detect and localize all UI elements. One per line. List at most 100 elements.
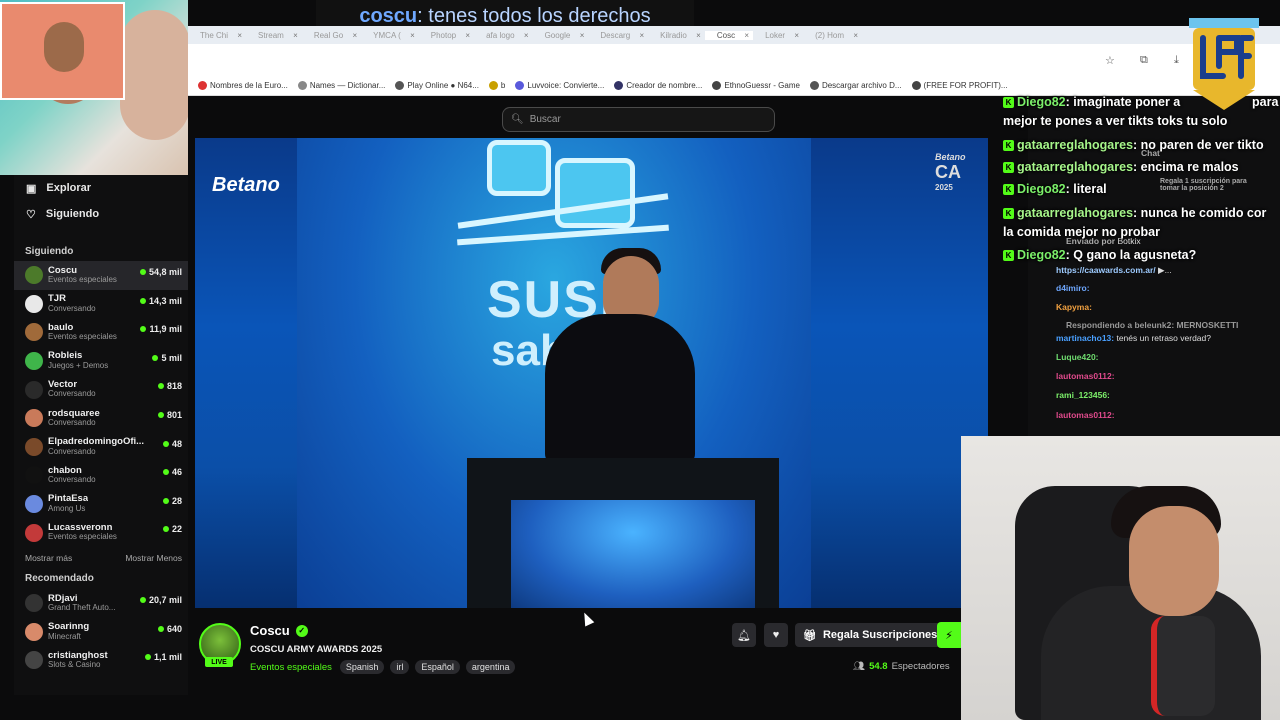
nav-explore[interactable]: ▣ Explorar xyxy=(14,175,188,201)
notification-bell-button[interactable]: 🔔︎ xyxy=(732,623,756,647)
compass-icon: ▣ xyxy=(26,182,37,195)
channel-item[interactable]: Vector Conversando 818 xyxy=(14,375,188,404)
channel-viewers: 818 xyxy=(158,381,182,391)
video-player[interactable]: SUSH sab Betano Betano CA 2025 xyxy=(195,138,988,608)
channel-name: Vector xyxy=(48,380,78,391)
chat-username[interactable]: https://caawards.com.ar/ xyxy=(1056,265,1156,275)
tag-spanish[interactable]: Spanish xyxy=(339,660,385,674)
channel-name[interactable]: Coscu ✓ xyxy=(250,623,308,638)
channel-item[interactable]: TJR Conversando 14,3 mil xyxy=(14,290,188,319)
chat-message: Respondiendo a beleunk2: MERNOSKETTI xyxy=(1066,320,1238,330)
chat-username[interactable]: rami_123456: xyxy=(1056,390,1110,400)
browser-tab[interactable]: (2) Hom xyxy=(803,31,862,40)
channel-viewers: 46 xyxy=(163,467,182,477)
browser-tab[interactable]: Real Go xyxy=(302,31,361,40)
channel-item[interactable]: rodsquaree Conversando 801 xyxy=(14,404,188,433)
person xyxy=(44,22,84,72)
browser-tab[interactable]: Google xyxy=(533,31,589,40)
bookmark-item[interactable]: Play Online ● N64... xyxy=(395,81,479,90)
chat-username[interactable]: Kapyma: xyxy=(1056,302,1092,312)
chat-username[interactable]: Luque420: xyxy=(1056,352,1099,362)
browser-address-bar[interactable]: ☆ ⧉ ⤓ xyxy=(188,44,1280,76)
browser-tab[interactable]: The Chi xyxy=(188,31,246,40)
nav-following[interactable]: ♡ Siguiendo xyxy=(14,201,188,227)
viewer-count-label: Espectadores xyxy=(891,661,950,672)
channel-item[interactable]: ElpadredomingoOfi... Conversando 48 xyxy=(14,433,188,462)
bookmark-item[interactable]: b xyxy=(488,81,505,90)
chat-text: ▶... xyxy=(1155,265,1172,275)
chat-username[interactable]: martinacho13: xyxy=(1056,333,1114,343)
tag-espanol[interactable]: Español xyxy=(415,660,460,674)
webcam-streamer xyxy=(961,436,1280,720)
channel-avatar xyxy=(25,352,43,371)
bookmark-item[interactable]: Nombres de la Euro... xyxy=(198,81,288,90)
stream-category[interactable]: Eventos especiales xyxy=(250,662,332,673)
show-more-button[interactable]: Mostrar más xyxy=(25,553,72,563)
tag-argentina[interactable]: argentina xyxy=(465,660,516,674)
channel-avatar xyxy=(25,437,43,456)
browser-tab[interactable]: YMCA ( xyxy=(361,31,419,40)
extensions-icon[interactable]: ⧉ xyxy=(1140,54,1148,67)
browser-tab[interactable]: Photop xyxy=(419,31,474,40)
channel-meta: TJR Conversando xyxy=(48,294,96,313)
browser-tab[interactable]: Descarg xyxy=(588,31,648,40)
overlay-chat-message: K Diego82: Q gano la agusneta? xyxy=(1003,248,1196,262)
browser-tab[interactable]: afa logo xyxy=(474,31,532,40)
search-input[interactable]: 🔍︎ Buscar xyxy=(502,107,775,132)
chat-message: lautomas0112: xyxy=(1056,410,1115,420)
bookmark-item[interactable]: Creador de nombre... xyxy=(614,81,702,90)
channel-item[interactable]: Lucassveronn Eventos especiales 22 xyxy=(14,518,188,547)
browser-tab-strip: The ChiStreamReal GoYMCA (Photopafa logo… xyxy=(188,26,1280,44)
overlay-chat-username: gataarreglahogares xyxy=(1017,206,1134,220)
bookmark-item[interactable]: Luvvoice: Convierte... xyxy=(515,81,604,90)
channel-viewers: 22 xyxy=(163,524,182,534)
afa-logo xyxy=(1189,18,1259,110)
channel-item[interactable]: Robleis Juegos + Demos 5 mil xyxy=(14,347,188,376)
download-icon[interactable]: ⤓ xyxy=(1174,54,1179,67)
chat-username[interactable]: Respondiendo a beleunk2: MERNOSKETTI xyxy=(1066,320,1238,330)
channel-item[interactable]: PintaEsa Among Us 28 xyxy=(14,490,188,519)
stream-title: COSCU ARMY AWARDS 2025 xyxy=(250,644,383,655)
channel-viewers: 28 xyxy=(163,496,182,506)
browser-tab[interactable]: Cosc xyxy=(704,30,754,40)
channel-meta: cristianghost Slots & Casino xyxy=(48,651,108,670)
chat-username[interactable]: Regala 1 suscripción para tomar la posic… xyxy=(1160,178,1247,192)
gift-icon: 🎁︎ xyxy=(803,629,817,642)
chat-message: lautomas0112: xyxy=(1056,371,1115,381)
browser-tab[interactable]: Stream xyxy=(246,31,302,40)
channel-category: Conversando xyxy=(48,390,96,399)
bookmark-item[interactable]: Names — Dictionar... xyxy=(297,81,385,90)
sub-badge-icon: K xyxy=(1003,140,1014,152)
channel-item[interactable]: Soarinng Minecraft 640 xyxy=(14,618,188,647)
gift-subs-button[interactable]: 🎁︎ Regala Suscripciones xyxy=(795,623,946,647)
browser-tab[interactable]: Kilradio xyxy=(648,31,705,40)
star-icon[interactable]: ☆ xyxy=(1105,54,1115,67)
streamer-face xyxy=(1129,506,1219,616)
channel-name-text: Coscu xyxy=(250,623,290,638)
chat-username[interactable]: lautomas0112: xyxy=(1056,371,1115,381)
channel-meta: Coscu Eventos especiales xyxy=(48,266,117,285)
bookmark-item[interactable]: (FREE FOR PROFIT)... xyxy=(911,81,1008,90)
browser-tab[interactable]: Loker xyxy=(753,31,803,40)
bookmark-item[interactable]: EthnoGuessr - Game xyxy=(712,81,800,90)
chat-message: martinacho13: tenés un retraso verdad? xyxy=(1056,333,1211,343)
bookmark-item[interactable]: Descargar archivo D... xyxy=(809,81,902,90)
chat-username[interactable]: d4imiro: xyxy=(1056,283,1090,293)
sidebar: ▣ Explorar ♡ Siguiendo Siguiendo Coscu Ev… xyxy=(14,175,188,695)
channel-item[interactable]: Coscu Eventos especiales 54,8 mil xyxy=(14,261,188,290)
bell-icon: 🔔︎ xyxy=(737,629,751,642)
sub-badge-icon: K xyxy=(1003,250,1014,262)
channel-item[interactable]: chabon Conversando 46 xyxy=(14,461,188,490)
bookmark-favicon-icon xyxy=(712,81,722,90)
subscribe-button[interactable]: ⚡︎ xyxy=(937,622,961,648)
sushi-box-graphic xyxy=(555,158,635,228)
channel-item[interactable]: cristianghost Slots & Casino 1,1 mil xyxy=(14,646,188,675)
tag-irl[interactable]: irl xyxy=(390,660,410,674)
channel-name: Soarinng xyxy=(48,622,90,633)
show-less-button[interactable]: Mostrar Menos xyxy=(125,553,182,563)
channel-meta: chabon Conversando xyxy=(48,466,96,485)
channel-item[interactable]: baulo Eventos especiales 11,9 mil xyxy=(14,318,188,347)
chat-username[interactable]: lautomas0112: xyxy=(1056,410,1115,420)
channel-item[interactable]: RDjavi Grand Theft Auto... 20,7 mil xyxy=(14,589,188,618)
follow-heart-button[interactable]: ♥ xyxy=(764,623,788,647)
